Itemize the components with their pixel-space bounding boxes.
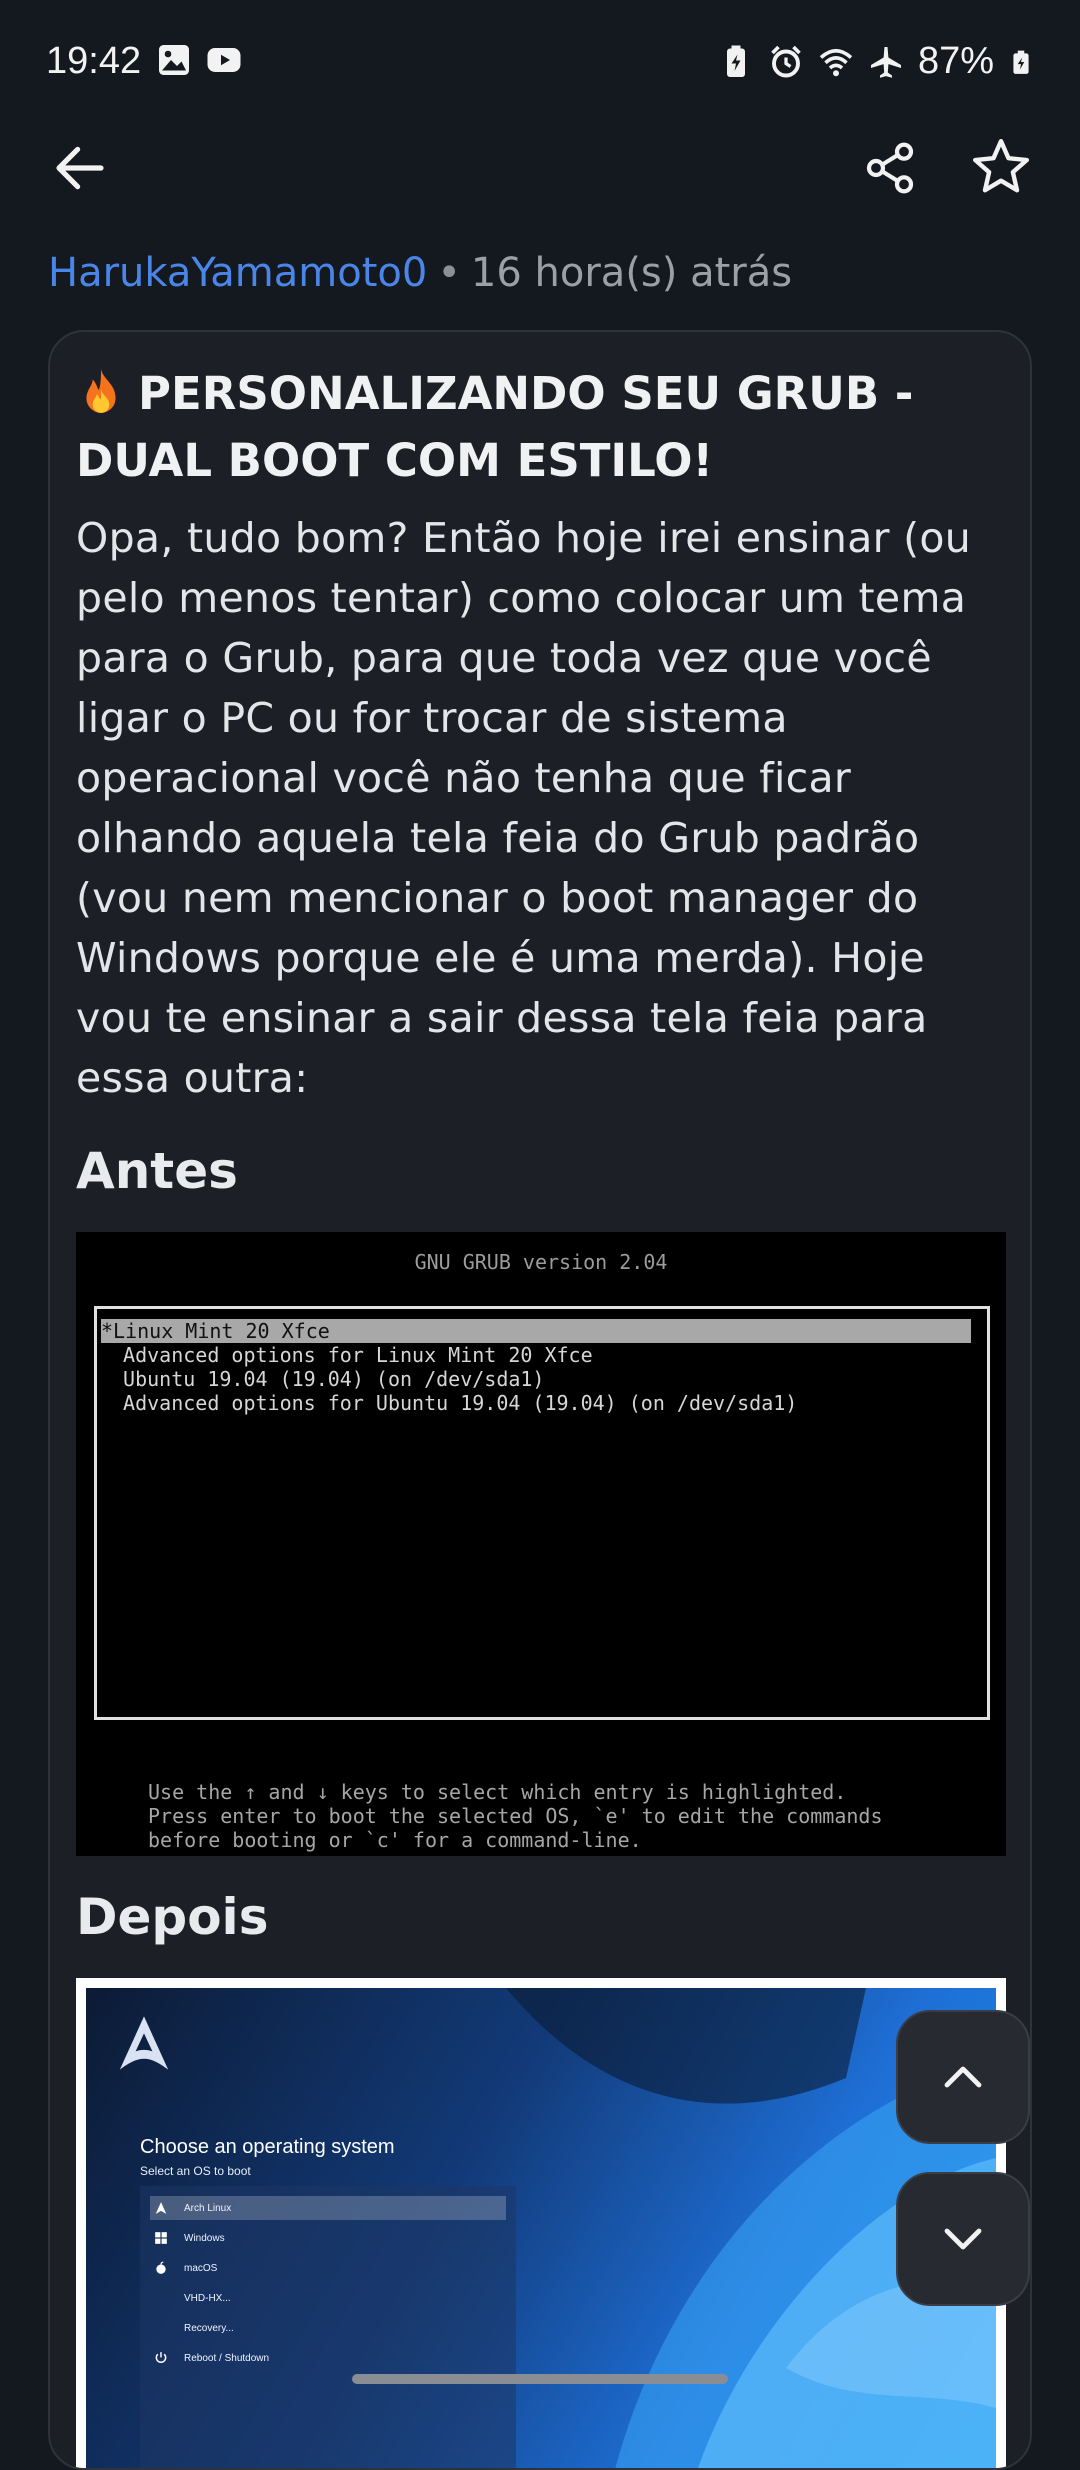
grub-entry: Advanced options for Linux Mint 20 Xfce [111,1343,593,1367]
youtube-icon [207,48,241,72]
meta-separator: • [437,250,461,296]
grub-theme-entry: macOS [150,2256,506,2280]
chevron-up-icon [944,2066,982,2088]
grub-theme-entry: Reboot / Shutdown [150,2346,506,2370]
wifi-icon [819,48,853,76]
grub-theme-subtitle: Select an OS to boot [140,2164,251,2178]
battery-saver-icon [726,45,745,77]
status-bar: 19:42 87% [0,0,1080,124]
status-time: 19:42 [46,40,142,82]
windows-icon [155,2232,167,2244]
grub-header: GNU GRUB version 2.04 [414,1250,668,1274]
airplane-icon [870,46,901,78]
post-title: PERSONALIZANDO SEU GRUB - DUAL BOOT COM … [76,360,1006,494]
app-bar [0,124,1080,220]
arch-logo-icon [119,2016,169,2070]
post-title-text: PERSONALIZANDO SEU GRUB - DUAL BOOT COM … [76,367,914,487]
author-link[interactable]: HarukaYamamoto0 [48,250,427,296]
grub-entry: *Linux Mint 20 Xfce [101,1319,971,1343]
share-icon[interactable] [862,138,918,198]
power-icon [155,2352,167,2363]
post-time: 16 hora(s) atrás [470,250,793,296]
alarm-icon [771,45,801,77]
grub-theme-image: Choose an operating system Select an OS … [86,1988,996,2468]
scroll-down-button[interactable] [896,2172,1030,2306]
post-meta: HarukaYamamoto0 • 16 hora(s) atrás [48,250,792,296]
grub-help-text: Use the ↑ and ↓ keys to select which ent… [148,1780,883,1852]
grub-theme-title: Choose an operating system [140,2136,395,2158]
post-card: PERSONALIZANDO SEU GRUB - DUAL BOOT COM … [48,330,1032,2470]
grub-theme-entry: Windows [150,2226,506,2250]
grub-after-screenshot: Choose an operating system Select an OS … [76,1978,1006,2468]
before-heading: Antes [76,1142,238,1200]
grub-entry: Ubuntu 19.04 (19.04) (on /dev/sda1) [111,1367,545,1391]
battery-icon [1013,50,1029,74]
grub-theme-entry: VHD-HX... [184,2292,231,2304]
home-indicator[interactable] [352,2374,728,2384]
fire-icon [86,369,116,413]
scroll-up-button[interactable] [896,2010,1030,2144]
apple-icon [156,2261,166,2274]
after-heading: Depois [76,1888,269,1946]
grub-theme-entry: Arch Linux [150,2196,506,2220]
star-icon[interactable] [970,136,1032,198]
back-arrow-icon[interactable] [52,140,108,196]
arch-icon [155,2202,167,2214]
grub-theme-menu: Arch Linux Windows macOS VHD-HX... Recov… [140,2186,516,2468]
grub-entry: Advanced options for Ubuntu 19.04 (19.04… [111,1391,798,1415]
gallery-icon [159,45,189,75]
grub-before-screenshot: GNU GRUB version 2.04 *Linux Mint 20 Xfc… [76,1232,1006,1856]
chevron-down-icon [944,2228,982,2250]
post-body: Opa, tudo bom? Então hoje irei ensinar (… [76,514,972,1102]
battery-percent: 87% [917,40,994,82]
grub-theme-entry: Recovery... [184,2322,234,2334]
grub-menu-box: *Linux Mint 20 Xfce Advanced options for… [94,1306,990,1720]
